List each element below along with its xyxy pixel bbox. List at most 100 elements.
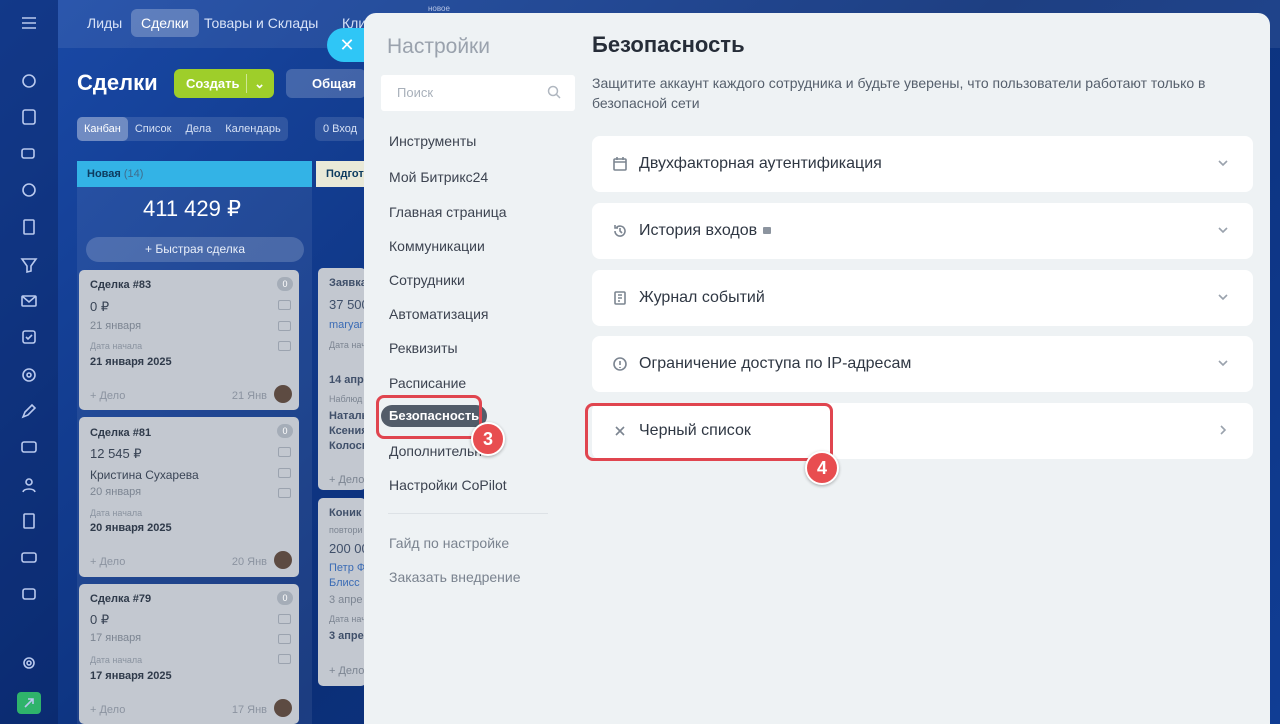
deal-badge: 0 <box>277 424 293 438</box>
mail-icon[interactable] <box>278 468 291 478</box>
deal-contact[interactable]: Кристина Сухарева <box>90 468 199 482</box>
phone-icon[interactable] <box>278 614 291 624</box>
column-header-new: Новая (14) <box>77 161 312 187</box>
row-login-history[interactable]: История входов <box>592 203 1253 259</box>
row-label: Двухфакторная аутентификация <box>639 155 882 172</box>
phone-icon[interactable] <box>278 447 291 457</box>
deal-contact: Петр Ф <box>329 562 366 574</box>
security-title: Безопасность <box>592 32 745 57</box>
row-label-text: История входов <box>639 222 758 239</box>
deal-card[interactable]: Сделка #83 0 0 ₽ 21 января Дата начала 2… <box>79 270 299 410</box>
menu-item-my-bitrix[interactable]: Мой Битрикс24 <box>389 169 488 185</box>
robot-icon[interactable] <box>19 584 39 604</box>
deal-company: Блисс <box>329 577 360 589</box>
filter-button[interactable]: Общая <box>286 69 366 98</box>
wallet-icon[interactable] <box>19 548 39 568</box>
drive-icon[interactable] <box>19 181 39 201</box>
menu-item-requisites[interactable]: Реквизиты <box>389 340 458 356</box>
deal-title[interactable]: Сделка #79 <box>90 593 151 605</box>
add-activity-button[interactable]: + Дело <box>329 665 364 677</box>
chat-icon[interactable] <box>278 654 291 664</box>
mail-icon[interactable] <box>278 634 291 644</box>
page-title: Сделки <box>77 70 158 95</box>
add-activity-button[interactable]: + Дело <box>90 390 125 402</box>
menu-icon[interactable] <box>19 14 39 34</box>
tasks-icon[interactable] <box>19 108 39 128</box>
security-description: Защитите аккаунт каждого сотрудника и бу… <box>592 75 1206 111</box>
row-event-log[interactable]: Журнал событий <box>592 270 1253 326</box>
mail-icon[interactable] <box>278 321 291 331</box>
tab-kanban[interactable]: Канбан <box>77 117 128 141</box>
menu-item-additional[interactable]: Дополнительно <box>389 443 481 459</box>
create-button[interactable]: Создать ⌄ <box>174 69 274 98</box>
observer-label: Наблюд <box>329 394 363 404</box>
calendar-icon <box>612 156 628 172</box>
file-icon[interactable] <box>19 512 39 532</box>
avatar[interactable] <box>274 385 292 403</box>
docs-icon[interactable] <box>19 218 39 238</box>
avatar[interactable] <box>274 699 292 717</box>
chevron-down-icon[interactable]: ⌄ <box>254 69 265 98</box>
menu-item-employees[interactable]: Сотрудники <box>389 272 465 288</box>
chevron-down-icon[interactable] <box>1215 289 1231 305</box>
quick-deal-button[interactable]: + Быстрая сделка <box>86 237 304 262</box>
deal-title[interactable]: Сделка #83 <box>90 279 151 291</box>
chat-icon[interactable] <box>19 146 39 166</box>
step-badge-4: 4 <box>805 451 839 485</box>
deal-title: Коник <box>329 507 362 519</box>
phone-icon[interactable] <box>278 300 291 310</box>
order-implementation-link[interactable]: Заказать внедрение <box>389 569 521 585</box>
gear-icon[interactable] <box>19 654 39 674</box>
deal-card[interactable]: Сделка #81 0 12 545 ₽ Кристина Сухарева … <box>79 417 299 577</box>
date-value: 14 апре <box>329 374 366 386</box>
check-icon[interactable] <box>19 328 39 348</box>
deal-day: 20 Янв <box>231 556 267 568</box>
incoming-chip[interactable]: 0 Вход <box>315 117 365 141</box>
menu-item-tools[interactable]: Инструменты <box>389 133 476 149</box>
setup-guide-link[interactable]: Гайд по настройке <box>389 535 509 551</box>
avatar[interactable] <box>274 551 292 569</box>
funnel-icon[interactable] <box>19 256 39 276</box>
deal-card[interactable]: Сделка #79 0 0 ₽ 17 января Дата начала 1… <box>79 584 299 724</box>
menu-item-home[interactable]: Главная страница <box>389 204 507 220</box>
nav-leads[interactable]: Лиды <box>77 9 132 37</box>
rocket-icon[interactable] <box>17 692 41 714</box>
mail-icon[interactable] <box>19 292 39 312</box>
pulse-icon[interactable] <box>19 72 39 92</box>
row-two-factor[interactable]: Двухфакторная аутентификация <box>592 136 1253 192</box>
deal-price: 37 500 <box>329 297 366 312</box>
add-activity-button[interactable]: + Дело <box>90 556 125 568</box>
menu-item-automation[interactable]: Автоматизация <box>389 306 488 322</box>
nav-deals[interactable]: Сделки <box>131 9 199 37</box>
add-activity-button[interactable]: + Дело <box>329 474 364 486</box>
tab-list[interactable]: Список <box>128 117 179 141</box>
row-label: Журнал событий <box>639 289 765 306</box>
search-field[interactable]: Поиск <box>381 75 575 111</box>
pen-icon[interactable] <box>19 402 39 422</box>
create-label: Создать <box>186 76 240 91</box>
row-ip-restriction[interactable]: Ограничение доступа по IP-адресам <box>592 336 1253 392</box>
chat-icon[interactable] <box>278 488 291 498</box>
chevron-down-icon[interactable] <box>1215 355 1231 371</box>
chat-icon[interactable] <box>278 341 291 351</box>
row-label: Ограничение доступа по IP-адресам <box>639 355 912 372</box>
search-icon[interactable] <box>547 85 561 99</box>
menu-item-copilot[interactable]: Настройки CoPilot <box>389 477 507 493</box>
tab-calendar[interactable]: Календарь <box>218 117 288 141</box>
tab-activities[interactable]: Дела <box>178 117 218 141</box>
deal-title[interactable]: Сделка #81 <box>90 427 151 439</box>
menu-item-communications[interactable]: Коммуникации <box>389 238 485 254</box>
nav-products[interactable]: Товары и Склады <box>194 9 328 37</box>
chevron-down-icon[interactable] <box>1215 222 1231 238</box>
chevron-down-icon[interactable] <box>1215 155 1231 171</box>
menu-item-schedule[interactable]: Расписание <box>389 375 466 391</box>
users-icon[interactable] <box>19 476 39 496</box>
card-icon[interactable] <box>19 438 39 458</box>
deal-card-partial[interactable]: Коник повтори 200 00 Петр Ф Блисс 3 апре… <box>318 498 366 686</box>
deal-card-partial[interactable]: Заявка 37 500 maryar Дата нач 14 апре На… <box>318 268 366 490</box>
chevron-right-icon[interactable] <box>1215 422 1231 438</box>
target-icon[interactable] <box>19 366 39 386</box>
step-badge-3: 3 <box>471 422 505 456</box>
add-activity-button[interactable]: + Дело <box>90 704 125 716</box>
close-slider-button[interactable]: ✕ <box>327 28 367 62</box>
